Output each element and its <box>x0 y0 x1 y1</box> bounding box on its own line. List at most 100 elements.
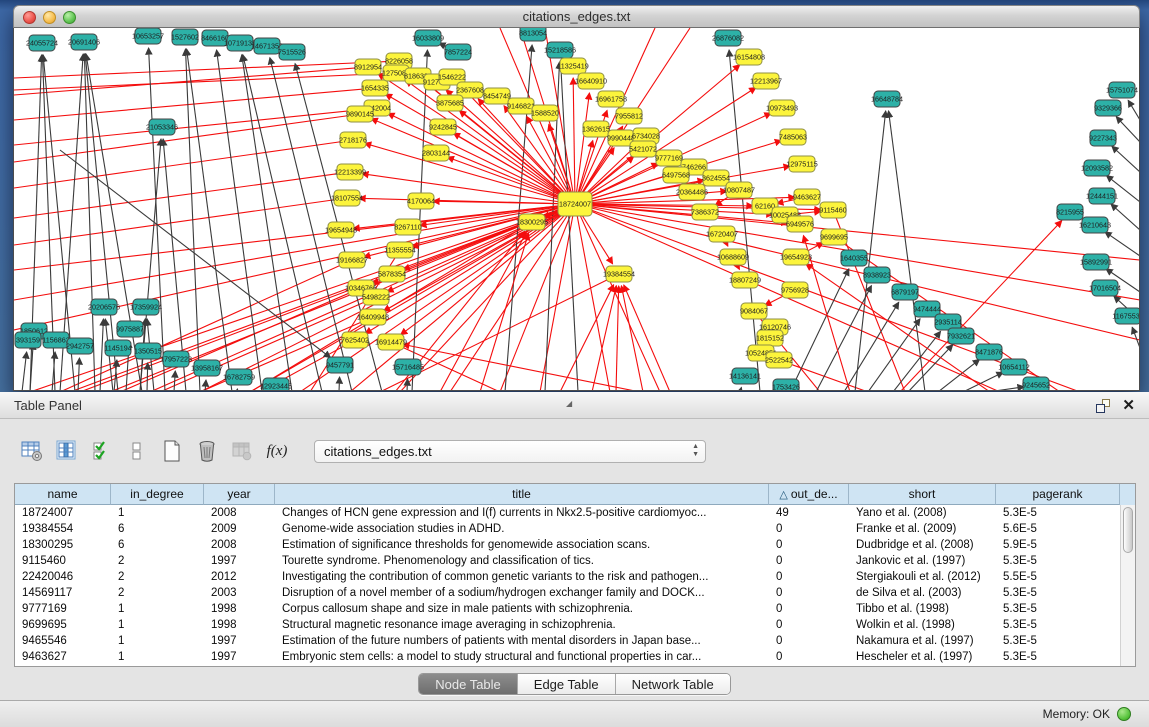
graph-edge[interactable] <box>78 358 79 390</box>
graph-node[interactable] <box>194 360 220 376</box>
graph-node[interactable] <box>263 378 289 390</box>
graph-node[interactable] <box>692 204 718 220</box>
graph-edge[interactable] <box>14 141 344 188</box>
graph-edge[interactable] <box>1128 100 1139 120</box>
graph-node[interactable] <box>773 379 799 390</box>
graph-node[interactable] <box>378 334 404 350</box>
graph-node[interactable] <box>630 141 656 157</box>
graph-node[interactable] <box>1089 188 1115 204</box>
graph-edge[interactable] <box>339 377 340 390</box>
graph-node[interactable] <box>363 289 389 305</box>
graph-edge[interactable] <box>624 285 670 390</box>
graph-edge[interactable] <box>174 371 175 390</box>
graph-node[interactable] <box>379 266 405 282</box>
graph-node[interactable] <box>29 35 55 51</box>
graph-edge[interactable] <box>816 286 871 390</box>
tab-node-table[interactable]: Node Table <box>419 674 517 694</box>
graph-node[interactable] <box>789 156 815 172</box>
graph-edge[interactable] <box>1111 204 1139 230</box>
graph-node[interactable] <box>820 202 846 218</box>
graph-node[interactable] <box>423 145 449 161</box>
graph-node[interactable] <box>395 219 421 235</box>
graph-node[interactable] <box>547 42 573 58</box>
graph-edge[interactable] <box>14 115 351 162</box>
network-canvas[interactable]: 1872400724055724206914061065325715276028… <box>13 28 1140 391</box>
graph-node[interactable] <box>1092 280 1118 296</box>
graph-edge[interactable] <box>407 379 408 390</box>
delete-table-icon[interactable] <box>195 439 219 463</box>
graph-node[interactable] <box>1090 130 1116 146</box>
graph-edge[interactable] <box>1112 146 1139 172</box>
graph-node[interactable] <box>149 119 175 135</box>
new-table-icon[interactable] <box>160 439 184 463</box>
graph-node[interactable] <box>67 338 93 354</box>
graph-node[interactable] <box>1023 377 1049 390</box>
table-row[interactable]: 977716911998Corpus callosum shape and si… <box>15 601 1120 617</box>
graph-node[interactable] <box>532 105 558 121</box>
graph-node[interactable] <box>279 44 305 60</box>
table-panel-header[interactable]: ◢ Table Panel ✕ <box>0 392 1149 419</box>
graph-node[interactable] <box>578 73 604 89</box>
table-row[interactable]: 2242004622012Investigating the contribut… <box>15 569 1120 585</box>
graph-node[interactable] <box>71 34 97 50</box>
graph-node[interactable] <box>892 284 918 300</box>
graph-node[interactable] <box>91 299 117 315</box>
graph-node[interactable] <box>1109 82 1135 98</box>
graph-edge[interactable] <box>1132 327 1139 348</box>
graph-node[interactable] <box>753 73 779 89</box>
table-scrollbar[interactable] <box>1120 505 1135 666</box>
graph-node[interactable] <box>430 119 456 135</box>
graph-node[interactable] <box>105 340 131 356</box>
column-header-out-de-[interactable]: △out_de... <box>769 484 849 505</box>
graph-node[interactable] <box>656 150 682 166</box>
table-row[interactable]: 946554611997Estimation of the future num… <box>15 633 1120 649</box>
float-panel-icon[interactable] <box>1096 399 1110 413</box>
graph-edge[interactable] <box>22 352 27 390</box>
column-header-short[interactable]: short <box>849 484 996 505</box>
graph-edge[interactable] <box>371 119 567 201</box>
graph-node[interactable] <box>415 30 441 46</box>
graph-node[interactable] <box>703 170 729 186</box>
tab-network-table[interactable]: Network Table <box>615 674 730 694</box>
graph-edge[interactable] <box>579 212 660 390</box>
graph-node[interactable] <box>841 250 867 266</box>
graph-node[interactable] <box>133 299 159 315</box>
graph-edge[interactable] <box>1105 232 1139 256</box>
table-row[interactable]: 1872400712008Changes of HCN gene express… <box>15 505 1120 521</box>
graph-edge[interactable] <box>149 48 165 390</box>
table-row[interactable]: 946362711997Embryonic stem cells: a mode… <box>15 649 1120 665</box>
node-table[interactable]: namein_degreeyeartitle△out_de...shortpag… <box>14 483 1136 667</box>
close-panel-icon[interactable]: ✕ <box>1122 399 1135 413</box>
graph-node[interactable] <box>342 332 368 348</box>
graph-edge[interactable] <box>573 78 575 195</box>
graph-node[interactable] <box>606 266 632 282</box>
graph-edge[interactable] <box>160 301 368 390</box>
graph-node[interactable] <box>783 249 809 265</box>
graph-node[interactable] <box>508 98 534 114</box>
graph-node[interactable] <box>709 226 735 242</box>
table-header-row[interactable]: namein_degreeyeartitle△out_de...shortpag… <box>15 484 1135 505</box>
graph-node[interactable] <box>616 108 642 124</box>
close-window-button[interactable] <box>23 11 36 24</box>
table-row[interactable]: 1456911722003Disruption of a novel membe… <box>15 585 1120 601</box>
graph-node[interactable] <box>1115 308 1139 324</box>
column-header-in-degree[interactable]: in_degree <box>111 484 204 505</box>
graph-edge[interactable] <box>147 363 148 390</box>
graph-node[interactable] <box>227 35 253 51</box>
graph-node[interactable] <box>1057 204 1083 220</box>
network-graph[interactable]: 1872400724055724206914061065325715276028… <box>14 28 1139 390</box>
minimize-window-button[interactable] <box>43 11 56 24</box>
table-row[interactable]: 911546021997Tourette syndrome. Phenomeno… <box>15 553 1120 569</box>
graph-edge[interactable] <box>388 113 567 200</box>
graph-node[interactable] <box>387 242 413 258</box>
column-header-pagerank[interactable]: pagerank <box>996 484 1120 505</box>
graph-node[interactable] <box>732 368 758 384</box>
graph-edge[interactable] <box>459 111 568 199</box>
graph-node[interactable] <box>347 106 373 122</box>
graph-node[interactable] <box>766 352 792 368</box>
graph-node[interactable] <box>362 80 388 96</box>
function-builder-icon[interactable]: f(x) <box>265 439 289 463</box>
graph-node[interactable] <box>395 359 421 375</box>
table-row[interactable]: 1830029562008Estimation of significance … <box>15 537 1120 553</box>
graph-node[interactable] <box>339 252 365 268</box>
